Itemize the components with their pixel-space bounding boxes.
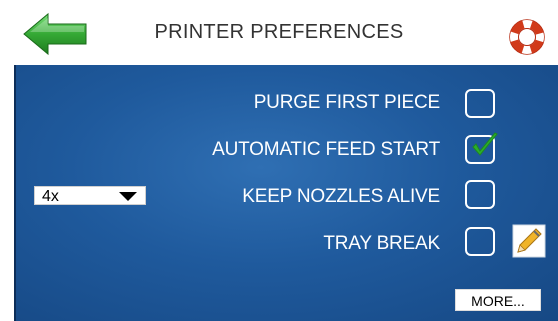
- checkbox-tray-break[interactable]: [465, 227, 495, 256]
- checkmark-icon: [472, 132, 498, 156]
- options-panel: PURGE FIRST PIECE AUTOMATIC FEED START 4…: [14, 65, 558, 321]
- printer-preferences-screen: PRINTER PREFERENCES PURGE FIRST PIECE AU…: [0, 0, 558, 321]
- checkbox-purge-first-piece[interactable]: [465, 89, 495, 118]
- life-ring-icon: [509, 19, 545, 55]
- keep-alive-interval-dropdown[interactable]: 4x: [34, 186, 146, 205]
- edit-tray-break-button[interactable]: [512, 224, 546, 258]
- checkbox-keep-nozzles-alive[interactable]: [465, 180, 495, 209]
- header-bar: PRINTER PREFERENCES: [0, 0, 558, 65]
- dropdown-selected-value: 4x: [42, 188, 59, 205]
- option-label-keep-nozzles-alive: KEEP NOZZLES ALIVE: [242, 186, 440, 207]
- checkbox-automatic-feed-start[interactable]: [465, 132, 498, 164]
- chevron-down-icon: [119, 192, 137, 201]
- help-button[interactable]: [508, 18, 546, 56]
- option-label-purge-first-piece: PURGE FIRST PIECE: [253, 92, 440, 113]
- more-button[interactable]: MORE...: [455, 289, 541, 311]
- option-label-tray-break: TRAY BREAK: [323, 233, 440, 254]
- option-label-automatic-feed-start: AUTOMATIC FEED START: [212, 139, 440, 160]
- page-title: PRINTER PREFERENCES: [154, 21, 404, 43]
- pencil-icon: [512, 224, 546, 258]
